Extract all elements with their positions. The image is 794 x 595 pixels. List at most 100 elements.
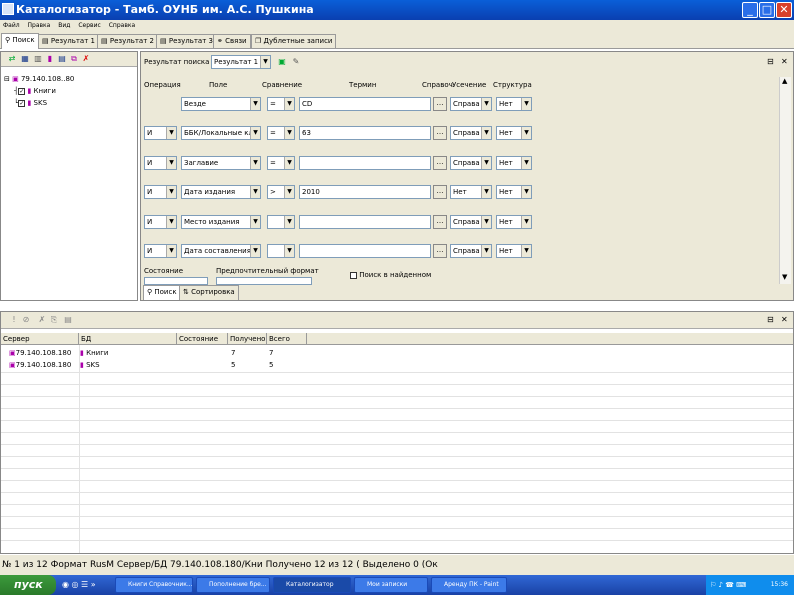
tab-result-2[interactable]: ▤ Результат 2	[97, 34, 158, 48]
close-pane-icon[interactable]: ✕	[781, 57, 788, 66]
stop-icon[interactable]: ⊘	[21, 315, 31, 325]
operation-select[interactable]: И ▼	[144, 156, 177, 170]
tray-icons[interactable]: ⚐ ♪ ☎ ⌨	[710, 575, 746, 595]
pin-icon[interactable]: ⊟	[767, 57, 774, 66]
maximize-button[interactable]: □	[759, 2, 775, 18]
table-row[interactable]: ▣79.140.108.180 ▮ Книги 7 7	[1, 348, 793, 360]
database-icon[interactable]: ▦	[20, 54, 30, 64]
tree-db-sks[interactable]: └✓ ▮ SKS	[14, 99, 47, 107]
close-pane-icon[interactable]: ✕	[781, 315, 788, 324]
book-icon[interactable]: ▮	[45, 54, 55, 64]
tab-result-1[interactable]: ▤ Результат 1	[38, 34, 99, 48]
tab-search[interactable]: ⚲ Поиск	[1, 33, 39, 49]
menu-file[interactable]: Файл	[3, 22, 20, 29]
minimize-button[interactable]: _	[742, 2, 758, 18]
field-select[interactable]: Место издания ▼	[181, 215, 261, 229]
add-icon[interactable]: ▤	[57, 54, 67, 64]
truncation-select[interactable]: Справа ▼	[450, 97, 492, 111]
subtab-sort[interactable]: ⇅ Сортировка	[179, 285, 239, 300]
subtab-search[interactable]: ⚲ Поиск	[143, 285, 181, 300]
structure-select[interactable]: Нет ▼	[496, 185, 532, 199]
term-input[interactable]	[299, 156, 431, 170]
table-row[interactable]: ▣79.140.108.180 ▮ SKS 5 5	[1, 360, 793, 372]
truncation-select[interactable]: Справа ▼	[450, 156, 492, 170]
compare-select[interactable]: ▼	[267, 244, 295, 258]
tab-links[interactable]: ⚭ Связи	[213, 34, 251, 48]
close-button[interactable]: ✕	[776, 2, 792, 18]
reference-button[interactable]: …	[433, 215, 447, 229]
pin-icon[interactable]: ⊟	[767, 315, 774, 324]
compare-select[interactable]: = ▼	[267, 126, 295, 140]
start-button[interactable]: пуск	[0, 575, 56, 595]
col-received[interactable]: Получено	[228, 333, 267, 345]
db-books-checkbox[interactable]: ✓	[18, 87, 26, 95]
taskbar-button[interactable]: Аренду ПК - Paint	[431, 577, 507, 593]
truncation-select[interactable]: Нет ▼	[450, 185, 492, 199]
field-select[interactable]: Везде ▼	[181, 97, 261, 111]
scroll-up-icon[interactable]: ▲	[782, 77, 787, 85]
col-total[interactable]: Всего	[267, 333, 307, 345]
delete-icon[interactable]: ✗	[37, 315, 47, 325]
export-icon[interactable]: ⎘	[49, 315, 59, 325]
taskbar-button[interactable]: Мои записки	[354, 577, 428, 593]
compare-select[interactable]: > ▼	[267, 185, 295, 199]
field-select[interactable]: Дата составления за ▼	[181, 244, 261, 258]
operation-select[interactable]: И ▼	[144, 185, 177, 199]
delete-icon[interactable]: ✗	[81, 54, 91, 64]
search-in-found-option[interactable]: Поиск в найденном	[350, 271, 431, 279]
compare-select[interactable]: ▼	[267, 215, 295, 229]
truncation-select[interactable]: Справа ▼	[450, 244, 492, 258]
structure-select[interactable]: Нет ▼	[496, 215, 532, 229]
term-input[interactable]: 63	[299, 126, 431, 140]
truncation-select[interactable]: Справа ▼	[450, 126, 492, 140]
menu-view[interactable]: Вид	[58, 22, 70, 29]
search-in-found-checkbox[interactable]	[350, 271, 357, 279]
truncation-select[interactable]: Справа ▼	[450, 215, 492, 229]
tab-duplicates[interactable]: ❐ Дублетные записи	[251, 34, 337, 48]
operation-select[interactable]: И ▼	[144, 215, 177, 229]
tree-db-books[interactable]: ┤✓ ▮ Книги	[14, 87, 56, 95]
reference-button[interactable]: …	[433, 97, 447, 111]
operation-select[interactable]: И ▼	[144, 126, 177, 140]
term-input[interactable]	[299, 215, 431, 229]
col-server[interactable]: Сервер	[1, 333, 79, 345]
vertical-scrollbar[interactable]: ▲ ▼	[779, 77, 791, 284]
quick-launch-icons[interactable]: ◉ ◎ ☰ »	[62, 580, 96, 589]
term-input[interactable]: 2010	[299, 185, 431, 199]
db-sks-checkbox[interactable]: ✓	[18, 99, 26, 107]
menu-help[interactable]: Справка	[109, 22, 135, 29]
info-icon[interactable]: !	[9, 315, 19, 325]
taskbar-button[interactable]: Книги Справочник...	[115, 577, 193, 593]
tab-result-3[interactable]: ▤ Результат 3	[156, 34, 217, 48]
compare-select[interactable]: = ▼	[267, 156, 295, 170]
taskbar-button[interactable]: Пополнение бре...	[196, 577, 270, 593]
scroll-down-icon[interactable]: ▼	[782, 273, 787, 281]
structure-select[interactable]: Нет ▼	[496, 156, 532, 170]
col-db[interactable]: БД	[79, 333, 177, 345]
format-field[interactable]	[216, 277, 312, 285]
brush-icon[interactable]: ✎	[291, 57, 301, 67]
field-select[interactable]: Дата издания ▼	[181, 185, 261, 199]
structure-select[interactable]: Нет ▼	[496, 97, 532, 111]
menu-edit[interactable]: Правка	[28, 22, 51, 29]
reference-button[interactable]: …	[433, 126, 447, 140]
save-icon[interactable]: ▣	[277, 57, 287, 67]
result-select[interactable]: Результат 1 ▼	[211, 55, 271, 69]
reference-button[interactable]: …	[433, 244, 447, 258]
term-input[interactable]: CD	[299, 97, 431, 111]
operation-select[interactable]: И ▼	[144, 244, 177, 258]
compare-select[interactable]: = ▼	[267, 97, 295, 111]
field-select[interactable]: ББК/Локальные клас ▼	[181, 126, 261, 140]
tree-server-node[interactable]: ⊟ ▣ 79.140.108..80	[4, 75, 74, 83]
copy-icon[interactable]: ⧉	[69, 54, 79, 64]
reference-button[interactable]: …	[433, 156, 447, 170]
connect-icon[interactable]: ⇄	[7, 54, 17, 64]
col-state[interactable]: Состояние	[177, 333, 228, 345]
structure-select[interactable]: Нет ▼	[496, 244, 532, 258]
taskbar-button[interactable]: Каталогизатор	[273, 577, 351, 593]
menu-service[interactable]: Сервис	[78, 22, 100, 29]
document-icon[interactable]: ▤	[63, 315, 73, 325]
structure-select[interactable]: Нет ▼	[496, 126, 532, 140]
properties-icon[interactable]: ▥	[33, 54, 43, 64]
field-select[interactable]: Заглавие ▼	[181, 156, 261, 170]
